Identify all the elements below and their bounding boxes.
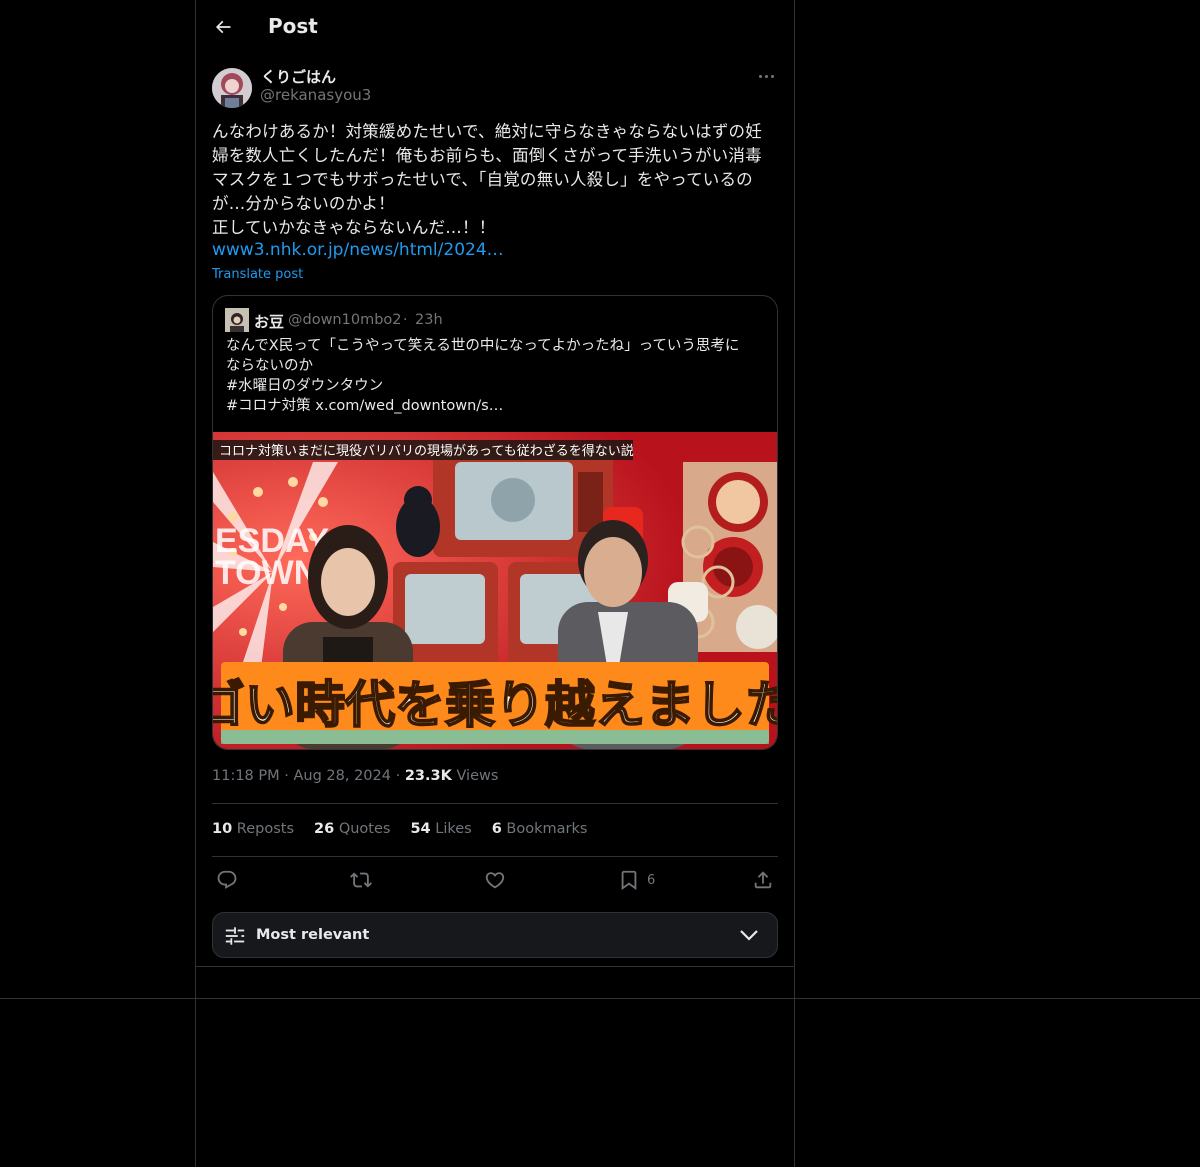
quote-time[interactable]: 23h <box>415 312 443 328</box>
action-bar: 6 <box>212 866 778 896</box>
post-time[interactable]: 11:18 PM <box>212 768 280 784</box>
quote-line: ならないのか <box>226 358 313 374</box>
media-main-caption: スゴい時代を乗り越えましたね <box>213 676 777 734</box>
translate-post-link[interactable]: Translate post <box>212 267 303 282</box>
display-name[interactable]: くりごはん <box>261 66 336 87</box>
post-author: くりごはん @rekanasyou3 <box>212 66 778 110</box>
avatar[interactable] <box>212 68 252 108</box>
chevron-down-icon <box>740 930 758 941</box>
quote-avatar[interactable] <box>225 308 249 332</box>
like-button[interactable] <box>484 866 506 894</box>
back-arrow-icon <box>215 20 231 34</box>
bookmark-icon <box>621 870 637 891</box>
divider <box>212 803 778 804</box>
quote-line: なんでX民って「こうやって笑える世の中になってよかったね」っていう思考に <box>226 338 740 354</box>
meta-separator: · <box>395 768 405 784</box>
stat-bookmarks[interactable]: 6 Bookmarks <box>492 821 588 837</box>
stat-quotes[interactable]: 26 Quotes <box>314 821 390 837</box>
post-meta: 11:18 PM · Aug 28, 2024 · 23.3K Views <box>212 768 498 784</box>
svg-text:TOWN: TOWN <box>215 554 318 592</box>
reply-button[interactable] <box>216 866 238 894</box>
post-divider <box>196 966 794 967</box>
quoted-post[interactable]: お豆 @down10mbo2 · 23h なんでX民って「こうやって笑える世の中… <box>212 295 778 750</box>
post-stats: 10 Reposts 26 Quotes 54 Likes 6 Bookmark… <box>212 821 607 837</box>
repost-button[interactable] <box>350 866 372 894</box>
stat-likes[interactable]: 54 Likes <box>410 821 471 837</box>
reply-icon <box>217 870 237 889</box>
views-count: 23.3K <box>404 768 452 784</box>
quote-handle[interactable]: @down10mbo2 <box>288 312 402 328</box>
like-icon <box>485 872 505 889</box>
bookmark-button[interactable]: 6 <box>618 866 655 894</box>
user-handle[interactable]: @rekanasyou3 <box>260 86 371 104</box>
quote-text: なんでX民って「こうやって笑える世の中になってよかったね」っていう思考に ならな… <box>226 336 766 416</box>
more-icon[interactable] <box>754 66 778 86</box>
quote-media-image[interactable]: ESDAY TOWN コロナ対策いまだに現役バリバリの現場があっても従わざるを得… <box>213 432 777 749</box>
quote-hashtag-link[interactable]: #コロナ対策 x.com/wed_downtown/s… <box>226 396 766 416</box>
timeline-divider <box>0 998 1200 999</box>
share-button[interactable] <box>752 866 774 894</box>
bookmark-count: 6 <box>647 872 656 888</box>
views-label: Views <box>456 768 499 784</box>
sort-replies-dropdown[interactable]: Most relevant <box>212 912 778 958</box>
post-text: んなわけあるか！対策緩めたせいで、絶対に守らなきゃならないはずの妊 婦を数人亡く… <box>212 122 762 237</box>
post-link[interactable]: www3.nhk.or.jp/news/html/2024… <box>212 240 504 260</box>
page: Post くりごはん @rekanasyou3 んなわけあるか！対策緩めたせいで… <box>0 0 1200 1167</box>
sort-label: Most relevant <box>256 927 370 943</box>
post-header: Post <box>196 0 794 54</box>
post-date[interactable]: Aug 28, 2024 <box>293 768 391 784</box>
quote-separator: · <box>403 312 408 328</box>
page-title: Post <box>268 14 318 38</box>
repost-icon <box>350 872 372 888</box>
back-button[interactable] <box>210 14 236 40</box>
share-icon <box>754 871 772 889</box>
sort-filter-icon <box>225 927 245 945</box>
quote-display-name[interactable]: お豆 <box>254 311 284 332</box>
quote-hashtag[interactable]: #水曜日のダウンタウン <box>226 376 766 396</box>
stat-reposts[interactable]: 10 Reposts <box>212 821 294 837</box>
media-top-caption: コロナ対策いまだに現役バリバリの現場があっても従わざるを得ない説 <box>219 443 634 459</box>
divider <box>212 856 778 857</box>
